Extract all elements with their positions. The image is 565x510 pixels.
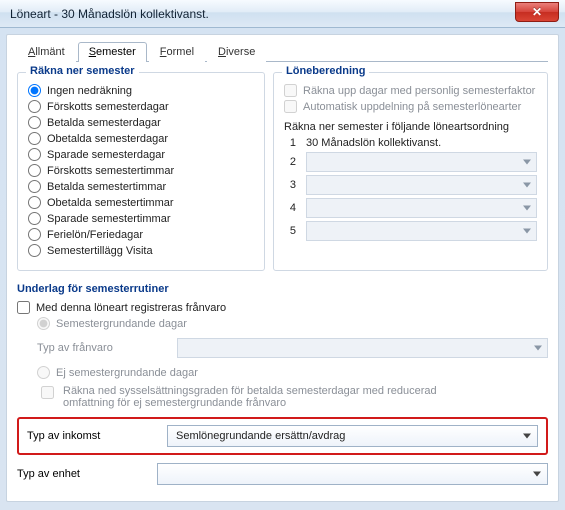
check-franvaro[interactable]: Med denna löneart registreras frånvaro [17, 301, 548, 314]
group-rakna-ner: Räkna ner semester Ingen nedräkning Förs… [17, 72, 265, 271]
order-row-5: 5 [284, 221, 537, 241]
order-row-1: 1 30 Månadslön kollektivanst. [284, 137, 537, 149]
combo-typ-franvaro[interactable] [177, 338, 548, 358]
tab-formel[interactable]: Formel [149, 42, 205, 62]
titlebar: Löneart - 30 Månadslön kollektivanst. ✕ [0, 0, 565, 28]
order-block: Räkna ner semester i följande löneartsor… [284, 121, 537, 241]
radio-semgr-dagar[interactable]: Semestergrundande dagar [37, 317, 548, 330]
order-combo-2[interactable] [306, 152, 537, 172]
order-row-3: 3 [284, 175, 537, 195]
radio-obetalda-dagar[interactable]: Obetalda semesterdagar [28, 132, 254, 145]
row-typ-enhet: Typ av enhet [17, 463, 548, 485]
order-header: Räkna ner semester i följande löneartsor… [284, 121, 537, 133]
group-title-right: Löneberedning [282, 65, 369, 77]
order-row-4: 4 [284, 198, 537, 218]
order-combo-4[interactable] [306, 198, 537, 218]
close-button[interactable]: ✕ [515, 2, 559, 22]
radio-obetalda-timmar[interactable]: Obetalda semestertimmar [28, 196, 254, 209]
radio-forskott-dagar[interactable]: Förskotts semesterdagar [28, 100, 254, 113]
order-combo-5[interactable] [306, 221, 537, 241]
radio-sparade-dagar[interactable]: Sparade semesterdagar [28, 148, 254, 161]
combo-typ-enhet[interactable] [157, 463, 548, 485]
radio-ej-semgr[interactable]: Ej semestergrundande dagar [37, 366, 548, 379]
tab-diverse[interactable]: Diverse [207, 42, 266, 62]
highlight-inkomst: Typ av inkomst Semlönegrundande ersättn/… [17, 417, 548, 455]
radio-betalda-dagar[interactable]: Betalda semesterdagar [28, 116, 254, 129]
radio-sparade-timmar[interactable]: Sparade semestertimmar [28, 212, 254, 225]
radio-forskott-timmar[interactable]: Förskotts semestertimmar [28, 164, 254, 177]
lbl-typ-inkomst: Typ av inkomst [27, 430, 157, 442]
tab-semester[interactable]: Semester [78, 42, 147, 62]
group-title-left: Räkna ner semester [26, 65, 139, 77]
lbl-typ-franvaro: Typ av frånvaro [37, 342, 167, 354]
tab-allmant[interactable]: Allmänt [17, 42, 76, 62]
lbl-typ-enhet: Typ av enhet [17, 468, 147, 480]
combo-typ-inkomst[interactable]: Semlönegrundande ersättn/avdrag [167, 425, 538, 447]
tab-bar: Allmänt Semester Formel Diverse [17, 41, 548, 62]
group-loneberedning: Löneberedning Räkna upp dagar med person… [273, 72, 548, 271]
order-combo-3[interactable] [306, 175, 537, 195]
radio-visita[interactable]: Semestertillägg Visita [28, 244, 254, 257]
radio-ingen[interactable]: Ingen nedräkning [28, 84, 254, 97]
check-auto-uppdelning[interactable]: Automatisk uppdelning på semesterlöneart… [284, 100, 537, 113]
window-title: Löneart - 30 Månadslön kollektivanst. [10, 7, 209, 21]
radio-ferielon[interactable]: Ferielön/Feriedagar [28, 228, 254, 241]
close-icon: ✕ [532, 5, 542, 19]
main-panel: Allmänt Semester Formel Diverse Räkna ne… [6, 34, 559, 502]
check-rakna-upp[interactable]: Räkna upp dagar med personlig semesterfa… [284, 84, 537, 97]
check-syssel[interactable]: Räkna ned sysselsättningsgraden för beta… [37, 385, 548, 409]
order-row-2: 2 [284, 152, 537, 172]
underlag-title: Underlag för semesterrutiner [17, 283, 548, 295]
radio-betalda-timmar[interactable]: Betalda semestertimmar [28, 180, 254, 193]
row-typ-franvaro: Typ av frånvaro [37, 338, 548, 358]
underlag-section: Underlag för semesterrutiner Med denna l… [17, 283, 548, 485]
